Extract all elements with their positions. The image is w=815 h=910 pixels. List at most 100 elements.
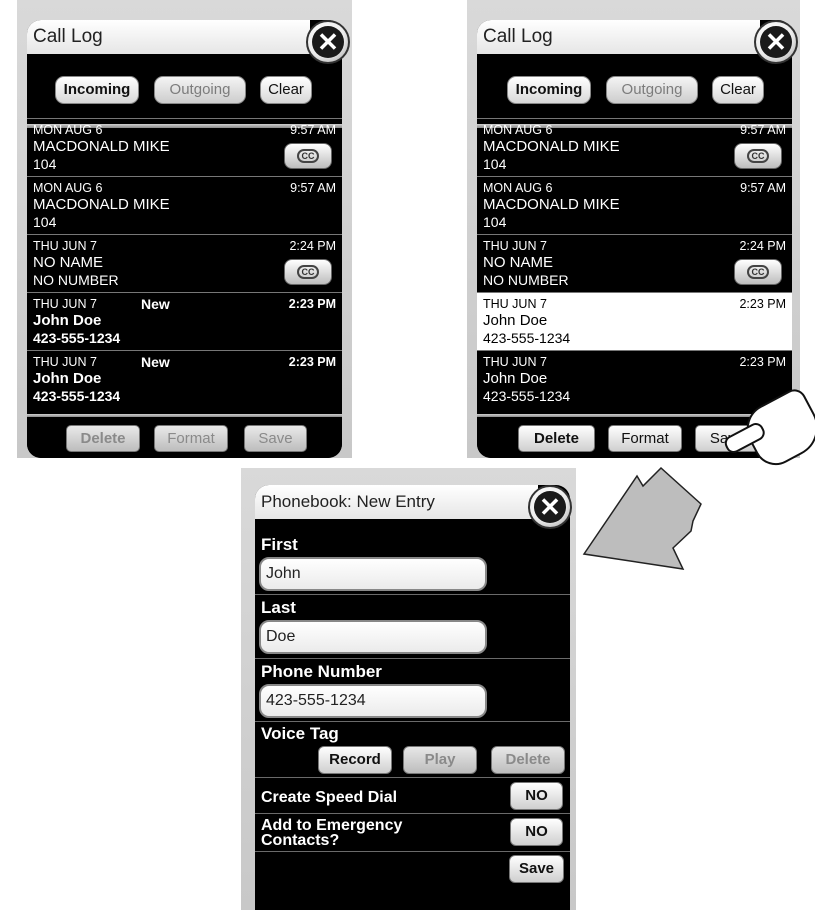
call-log-row[interactable]: THU JUN 7 John Doe 423-555-1234 2:23 PM (477, 350, 792, 408)
call-log-row[interactable]: MON AUG 6 MACDONALD MIKE 104 9:57 AM CC (477, 118, 792, 176)
voice-tag-label: Voice Tag (261, 724, 339, 743)
caller-name: John Doe (33, 370, 102, 387)
call-log-screen-left: Call Log Incoming Outgoing Clear MON AUG… (27, 20, 342, 458)
save-button[interactable]: Save (244, 425, 307, 452)
phone-number-label: Phone Number (261, 662, 382, 681)
tab-outgoing[interactable]: Outgoing (154, 76, 246, 104)
call-time: 2:23 PM (288, 355, 336, 369)
caller-number: 104 (33, 156, 57, 172)
clear-button[interactable]: Clear (712, 76, 764, 104)
format-button[interactable]: Format (154, 425, 228, 452)
call-log-row[interactable]: THU JUN 7 New John Doe 423-555-1234 2:23… (27, 350, 342, 408)
divider (255, 658, 570, 659)
call-time: 2:23 PM (288, 297, 336, 311)
caller-number: 104 (483, 156, 507, 172)
play-button[interactable]: Play (403, 746, 477, 774)
divider (255, 594, 570, 595)
phonebook-title: Phonebook: New Entry (255, 485, 538, 519)
caller-name: John Doe (33, 312, 102, 329)
tab-incoming[interactable]: Incoming (55, 76, 139, 104)
cc-label: CC (747, 149, 769, 163)
call-date: MON AUG 6 (483, 181, 553, 195)
cc-phone-icon[interactable]: CC (734, 143, 782, 169)
call-time: 9:57 AM (290, 181, 336, 195)
close-icon: ✕ (760, 26, 792, 58)
last-name-field[interactable]: Doe (259, 620, 487, 654)
call-time: 2:24 PM (289, 239, 336, 253)
call-date: THU JUN 7 (33, 355, 97, 369)
caller-name: NO NAME (33, 254, 104, 271)
call-date: THU JUN 7 (483, 355, 547, 369)
caller-name: MACDONALD MIKE (483, 138, 620, 155)
caller-name: John Doe (483, 312, 548, 329)
call-log-row[interactable]: THU JUN 7 NO NAME NO NUMBER 2:24 PM CC (27, 234, 342, 292)
call-log-actions: Delete Format Save (27, 414, 342, 458)
speed-dial-toggle[interactable]: NO (510, 782, 563, 810)
first-name-field[interactable]: John (259, 557, 487, 591)
emergency-toggle[interactable]: NO (510, 818, 563, 846)
speed-dial-label: Create Speed Dial (261, 789, 398, 806)
call-log-row[interactable]: MON AUG 6 MACDONALD MIKE 104 9:57 AM (27, 176, 342, 234)
phonebook-save-button[interactable]: Save (509, 855, 564, 883)
voice-tag-delete-button[interactable]: Delete (491, 746, 565, 774)
close-button[interactable]: ✕ (528, 485, 572, 529)
caller-number: 423-555-1234 (483, 330, 571, 346)
divider (255, 777, 570, 778)
flow-arrow-icon (582, 466, 702, 570)
divider (255, 721, 570, 722)
call-date: THU JUN 7 (33, 297, 97, 311)
tab-outgoing[interactable]: Outgoing (606, 76, 698, 104)
call-log-row-selected[interactable]: THU JUN 7 John Doe 423-555-1234 2:23 PM (477, 292, 792, 350)
cc-phone-icon[interactable]: CC (284, 259, 332, 285)
caller-name: MACDONALD MIKE (483, 196, 620, 213)
delete-button[interactable]: Delete (66, 425, 140, 452)
format-button[interactable]: Format (608, 425, 682, 452)
call-log-row[interactable]: MON AUG 6 MACDONALD MIKE 104 9:57 AM (477, 176, 792, 234)
caller-number: 104 (483, 214, 507, 230)
call-date: MON AUG 6 (33, 123, 103, 137)
close-icon: ✕ (534, 491, 566, 523)
caller-number: 423-555-1234 (33, 330, 121, 346)
call-log-tabbar: Incoming Outgoing Clear (477, 54, 792, 128)
call-time: 9:57 AM (290, 123, 336, 137)
call-log-row[interactable]: THU JUN 7 New John Doe 423-555-1234 2:23… (27, 292, 342, 350)
call-log-title: Call Log (477, 20, 760, 54)
call-log-screen-right: Call Log Incoming Outgoing Clear MON AUG… (477, 20, 792, 458)
call-time: 9:57 AM (740, 123, 786, 137)
call-date: MON AUG 6 (33, 181, 103, 195)
cc-label: CC (297, 265, 319, 279)
call-log-row[interactable]: THU JUN 7 NO NAME NO NUMBER 2:24 PM CC (477, 234, 792, 292)
call-time: 2:23 PM (739, 355, 786, 369)
call-log-tabbar: Incoming Outgoing Clear (27, 54, 342, 128)
new-badge: New (141, 354, 170, 370)
caller-number: 423-555-1234 (483, 388, 571, 402)
cc-label: CC (747, 265, 769, 279)
clear-button[interactable]: Clear (260, 76, 312, 104)
caller-name: MACDONALD MIKE (33, 138, 170, 155)
caller-name: MACDONALD MIKE (33, 196, 170, 213)
call-log-title: Call Log (27, 20, 310, 54)
emergency-label-line2: Contacts? (261, 832, 340, 849)
call-date: THU JUN 7 (483, 297, 547, 311)
tab-incoming[interactable]: Incoming (507, 76, 591, 104)
call-time: 9:57 AM (740, 181, 786, 195)
call-log-row[interactable]: MON AUG 6 MACDONALD MIKE 104 9:57 AM CC (27, 118, 342, 176)
call-time: 2:24 PM (739, 239, 786, 253)
caller-number: 104 (33, 214, 57, 230)
call-date: THU JUN 7 (33, 239, 97, 253)
cc-phone-icon[interactable]: CC (284, 143, 332, 169)
cc-phone-icon[interactable]: CC (734, 259, 782, 285)
close-icon: ✕ (312, 26, 344, 58)
call-time: 2:23 PM (739, 297, 786, 311)
divider (255, 851, 570, 852)
caller-number: NO NUMBER (483, 272, 569, 288)
close-button[interactable]: ✕ (306, 20, 350, 64)
close-button[interactable]: ✕ (754, 20, 798, 64)
delete-button[interactable]: Delete (518, 425, 595, 452)
phone-number-field[interactable]: 423-555-1234 (259, 684, 487, 718)
divider (255, 813, 570, 814)
cc-label: CC (297, 149, 319, 163)
record-button[interactable]: Record (318, 746, 392, 774)
new-badge: New (141, 296, 170, 312)
call-date: MON AUG 6 (483, 123, 553, 137)
